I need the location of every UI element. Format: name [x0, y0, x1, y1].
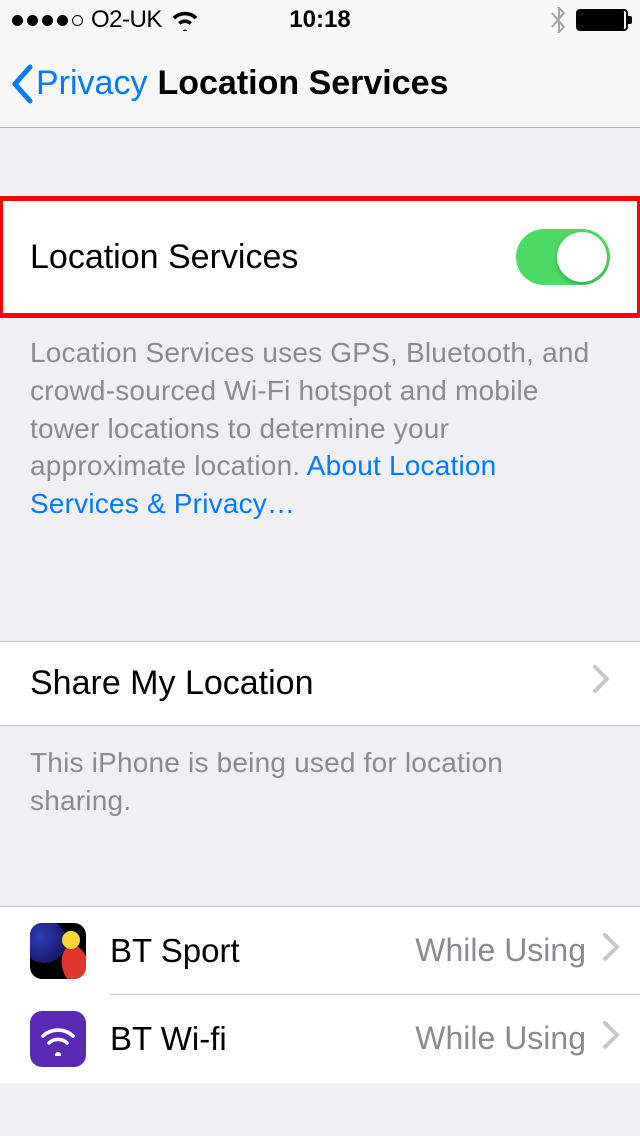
- location-services-toggle[interactable]: [516, 229, 610, 285]
- chevron-left-icon: [10, 64, 34, 104]
- page-title: Location Services: [157, 64, 448, 103]
- chevron-right-icon: [602, 932, 620, 970]
- chevron-right-icon: [602, 1020, 620, 1058]
- battery-icon: [576, 9, 628, 31]
- toggle-knob: [557, 232, 607, 282]
- bt-sport-icon: [30, 923, 86, 979]
- status-bar: O2-UK 10:18: [0, 0, 640, 40]
- location-services-row[interactable]: Location Services: [0, 198, 640, 316]
- nav-bar: Privacy Location Services: [0, 40, 640, 128]
- app-name: BT Wi-fi: [110, 1020, 227, 1058]
- back-button[interactable]: Privacy: [10, 64, 147, 104]
- app-row-bt-wifi[interactable]: BT Wi-fi While Using: [0, 995, 640, 1083]
- share-my-location-row[interactable]: Share My Location: [0, 641, 640, 726]
- app-name: BT Sport: [110, 932, 240, 970]
- carrier-label: O2-UK: [91, 6, 162, 34]
- app-permission-status: While Using: [415, 1020, 586, 1057]
- app-permission-status: While Using: [415, 932, 586, 969]
- back-label: Privacy: [36, 64, 147, 103]
- status-left: O2-UK: [12, 6, 200, 34]
- location-services-footer: Location Services uses GPS, Bluetooth, a…: [0, 316, 640, 551]
- location-services-label: Location Services: [30, 238, 298, 277]
- bt-wifi-icon: [30, 1011, 86, 1067]
- app-list: BT Sport While Using BT Wi-fi While Usin…: [0, 906, 640, 1083]
- wifi-icon: [170, 9, 200, 31]
- share-my-location-label: Share My Location: [30, 664, 314, 703]
- app-row-bt-sport[interactable]: BT Sport While Using: [0, 907, 640, 995]
- content: Location Services Location Services uses…: [0, 128, 640, 1083]
- signal-strength-icon: [12, 15, 83, 26]
- share-my-location-footer: This iPhone is being used for location s…: [0, 726, 640, 848]
- chevron-right-icon: [592, 664, 610, 703]
- clock: 10:18: [289, 6, 350, 34]
- status-right: [550, 7, 628, 33]
- bluetooth-icon: [550, 7, 566, 33]
